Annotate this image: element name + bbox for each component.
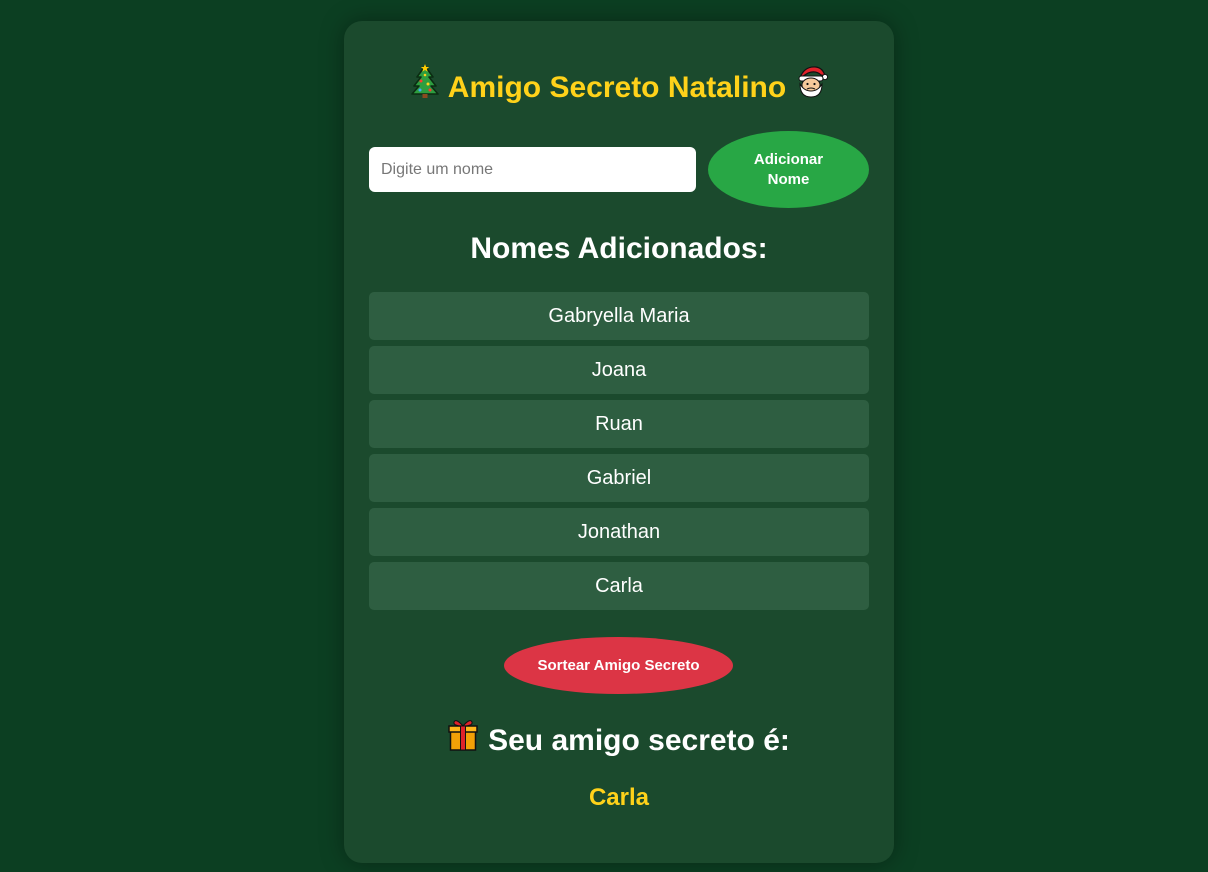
names-section-heading: Nomes Adicionados: bbox=[470, 232, 768, 265]
christmas-tree-icon bbox=[410, 63, 440, 109]
add-name-button[interactable]: Adicionar Nome bbox=[708, 131, 869, 208]
secret-santa-card: Amigo Secreto Natalino Adicionar Nome No… bbox=[344, 21, 894, 863]
secret-friend-name: Carla bbox=[588, 784, 650, 811]
santa-icon bbox=[794, 64, 829, 109]
names-list: Gabryella Maria Joana Ruan Gabriel Jonat… bbox=[369, 292, 869, 616]
title-text: Amigo Secreto Natalino bbox=[447, 71, 787, 105]
list-item: Gabryella Maria bbox=[369, 292, 869, 340]
gift-icon bbox=[448, 718, 478, 763]
list-item: Joana bbox=[369, 346, 869, 394]
result-heading-text: Seu amigo secreto é: bbox=[488, 724, 790, 757]
list-item: Carla bbox=[369, 562, 869, 610]
list-item: Jonathan bbox=[369, 508, 869, 556]
list-item: Ruan bbox=[369, 400, 869, 448]
result-heading: Seu amigo secreto é: bbox=[344, 718, 894, 763]
list-item: Gabriel bbox=[369, 454, 869, 502]
name-input[interactable] bbox=[369, 147, 696, 192]
draw-secret-friend-button[interactable]: Sortear Amigo Secreto bbox=[504, 637, 733, 694]
page-title: Amigo Secreto Natalino bbox=[344, 63, 894, 109]
